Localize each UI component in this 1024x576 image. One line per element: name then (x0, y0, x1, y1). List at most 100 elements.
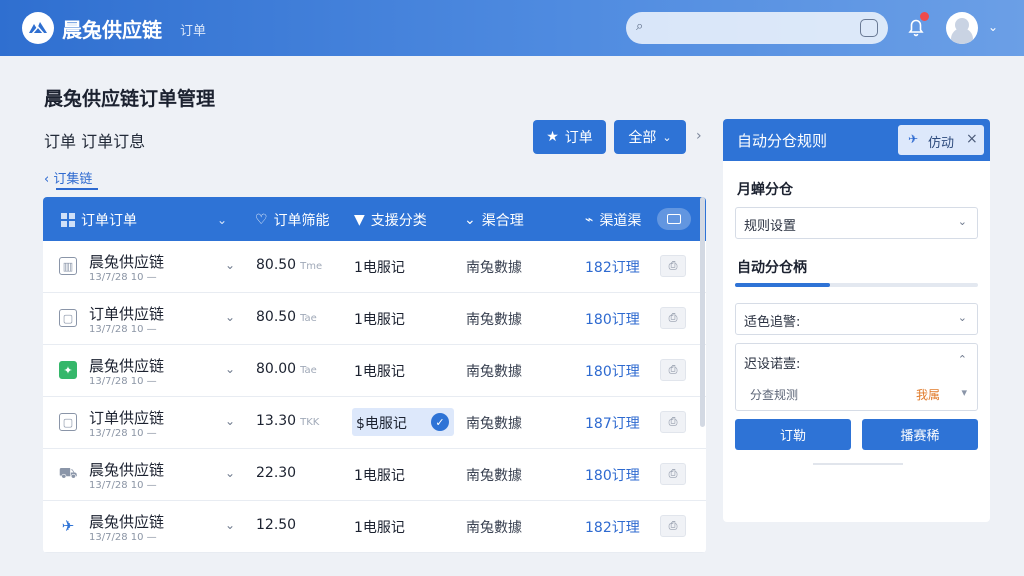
row-amount: 80.50 Tae (256, 309, 317, 325)
column-header-filter[interactable]: ♡ 订单筛能 (255, 210, 330, 230)
column-settings-button[interactable] (657, 208, 691, 230)
order-button-label: 订单 (564, 130, 593, 146)
message-icon (667, 214, 681, 224)
panel-title: 自动分仓规则 (737, 132, 828, 150)
row-action-button[interactable]: ⎙ (660, 359, 686, 381)
chevron-down-icon[interactable]: ⌄ (225, 414, 235, 428)
table-row[interactable]: ⛟ 晨兔供应链 13/7/28 10 — ⌄ 22.30 1电服记 南兔數據 1… (43, 449, 706, 501)
column-label: 订单订单 (81, 213, 137, 229)
row-type: 1电服记 (354, 364, 405, 380)
chevron-down-icon[interactable]: ⌄ (225, 518, 235, 532)
plane-icon: ✈ (61, 517, 75, 535)
row-type: 1电服记 (354, 520, 405, 536)
table-scrollbar[interactable] (700, 197, 705, 427)
row-time: 13/7/28 10 — (89, 376, 157, 387)
select-value: 规则设置 (744, 219, 797, 234)
funnel-icon: ▼ (354, 212, 365, 228)
amount-unit: Tae (300, 365, 317, 376)
column-header-order[interactable]: 订单订单 ⌄ (61, 210, 227, 230)
row-name: 晨兔供应链 (89, 461, 165, 479)
row-link[interactable]: 182订理 (585, 517, 640, 537)
row-link[interactable]: 180订理 (585, 361, 640, 381)
divider (813, 463, 903, 465)
chevron-down-icon: ⌄ (957, 215, 967, 228)
box-value[interactable]: 我属 (916, 386, 940, 403)
all-filter-button[interactable]: 全部 ⌄ (614, 120, 686, 154)
star-icon: ★ (546, 129, 559, 145)
column-header-type[interactable]: ▼ 支援分类 (354, 210, 427, 230)
chevron-down-icon[interactable]: ⌄ (225, 466, 235, 480)
order-button[interactable]: ★ 订单 (533, 120, 606, 154)
row-link[interactable]: 180订理 (585, 309, 640, 329)
row-type: 1电服记 (354, 312, 405, 328)
select-value: 适色追警: (744, 315, 801, 330)
chevron-down-icon[interactable]: ⌄ (225, 258, 235, 272)
chevron-down-icon: ⌄ (217, 213, 228, 227)
rule-select[interactable]: 规则设置 ⌄ (735, 207, 978, 239)
close-icon[interactable]: × (966, 131, 978, 147)
app-title: 晨兔供应链 (62, 18, 162, 42)
chevron-up-icon[interactable]: ⌃ (958, 353, 967, 366)
search-input[interactable]: ⌕ (626, 12, 888, 44)
row-action-button[interactable]: ⎙ (660, 463, 686, 485)
panel-chip[interactable]: ✈ 仿动 × (898, 125, 984, 155)
row-manager: 南兔數據 (466, 312, 522, 328)
row-amount: 12.50 (256, 517, 300, 533)
document-icon: ▢ (59, 309, 77, 327)
row-action-button[interactable]: ⎙ (660, 307, 686, 329)
row-action-button[interactable]: ⎙ (660, 411, 686, 433)
table-row[interactable]: ▢ 订单供应链 13/7/28 10 — ⌄ 80.50 Tae 1电服记 南兔數… (43, 293, 706, 345)
amount-unit: Tae (300, 313, 317, 324)
table-row[interactable]: ▥ 晨兔供应链 13/7/28 10 — ⌄ 80.50 Tme 1电服记 南兔數… (43, 241, 706, 293)
row-name: 订单供应链 (89, 305, 165, 323)
column-header-channel[interactable]: ⌁ 渠道渠 (585, 210, 641, 230)
search-submit-icon[interactable] (860, 19, 878, 37)
row-link[interactable]: 182订理 (585, 257, 640, 277)
check-icon: ✓ (431, 413, 449, 431)
row-type-selected[interactable]: $电服记 ✓ (352, 408, 454, 436)
table-row[interactable]: ▢ 订单供应链 13/7/28 10 — ⌄ 13.30 TKK $电服记 ✓ 南… (43, 397, 706, 449)
back-link[interactable]: ‹ 订集链 (44, 168, 99, 190)
chevron-down-icon: ⌄ (662, 130, 672, 144)
table-row[interactable]: ✦ 晨兔供应链 13/7/28 10 — ⌄ 80.00 Tae 1电服记 南兔數… (43, 345, 706, 397)
row-name: 晨兔供应链 (89, 253, 165, 271)
alert-select[interactable]: 适色追警: ⌄ (735, 303, 978, 335)
table-row[interactable]: ✈ 晨兔供应链 13/7/28 10 — ⌄ 12.50 1电服记 南兔數據 1… (43, 501, 706, 553)
chevron-right-icon[interactable]: › (696, 128, 702, 144)
avatar[interactable] (946, 12, 978, 44)
amount-unit: TKK (300, 417, 320, 428)
row-link[interactable]: 180订理 (585, 465, 640, 485)
expanded-section[interactable]: 迟设诺壹: ⌃ 分查规测 我属 ▾ (735, 343, 978, 411)
search-icon: ⌕ (636, 19, 644, 34)
logo-icon[interactable] (22, 12, 54, 44)
confirm-button[interactable]: 订勒 (735, 419, 851, 450)
chevron-down-icon[interactable]: ⌄ (988, 20, 998, 34)
plane-icon: ✈ (908, 132, 919, 146)
row-type: 1电服记 (354, 468, 405, 484)
sub-tabs[interactable]: 订单 订单订息 (44, 128, 145, 152)
secondary-button[interactable]: 播赛稀 (862, 419, 978, 450)
chart-icon: ▥ (59, 257, 77, 275)
row-action-button[interactable]: ⎙ (660, 255, 686, 277)
row-manager: 南兔數據 (466, 416, 522, 432)
app-subtitle[interactable]: 订单 (180, 20, 206, 39)
amount-value: 80.50 (256, 257, 297, 273)
chevron-down-icon[interactable]: ⌄ (225, 362, 235, 376)
row-name: 晨兔供应链 (89, 513, 165, 531)
chevron-down-icon[interactable]: ⌄ (225, 310, 235, 324)
row-type: $电服记 (356, 416, 407, 432)
caret-down-icon[interactable]: ▾ (961, 386, 967, 399)
row-amount: 13.30 TKK (256, 413, 319, 429)
row-amount: 80.00 Tae (256, 361, 317, 377)
chevron-down-icon: ⌄ (464, 212, 476, 228)
row-time: 13/7/28 10 — (89, 532, 157, 543)
all-filter-label: 全部 (628, 130, 657, 146)
page-title: 晨兔供应链订单管理 (44, 88, 216, 110)
row-action-button[interactable]: ⎙ (660, 515, 686, 537)
column-header-manager[interactable]: ⌄ 渠合理 (464, 210, 524, 230)
amount-value: 22.30 (256, 465, 297, 481)
row-link[interactable]: 187订理 (585, 413, 640, 433)
row-name: 晨兔供应链 (89, 357, 165, 375)
row-name: 订单供应链 (89, 409, 165, 427)
rule-panel: 自动分仓规则 ✈ 仿动 × 月蝉分仓 规则设置 ⌄ 自动分仓柄 适色追警: ⌄ … (723, 119, 990, 522)
